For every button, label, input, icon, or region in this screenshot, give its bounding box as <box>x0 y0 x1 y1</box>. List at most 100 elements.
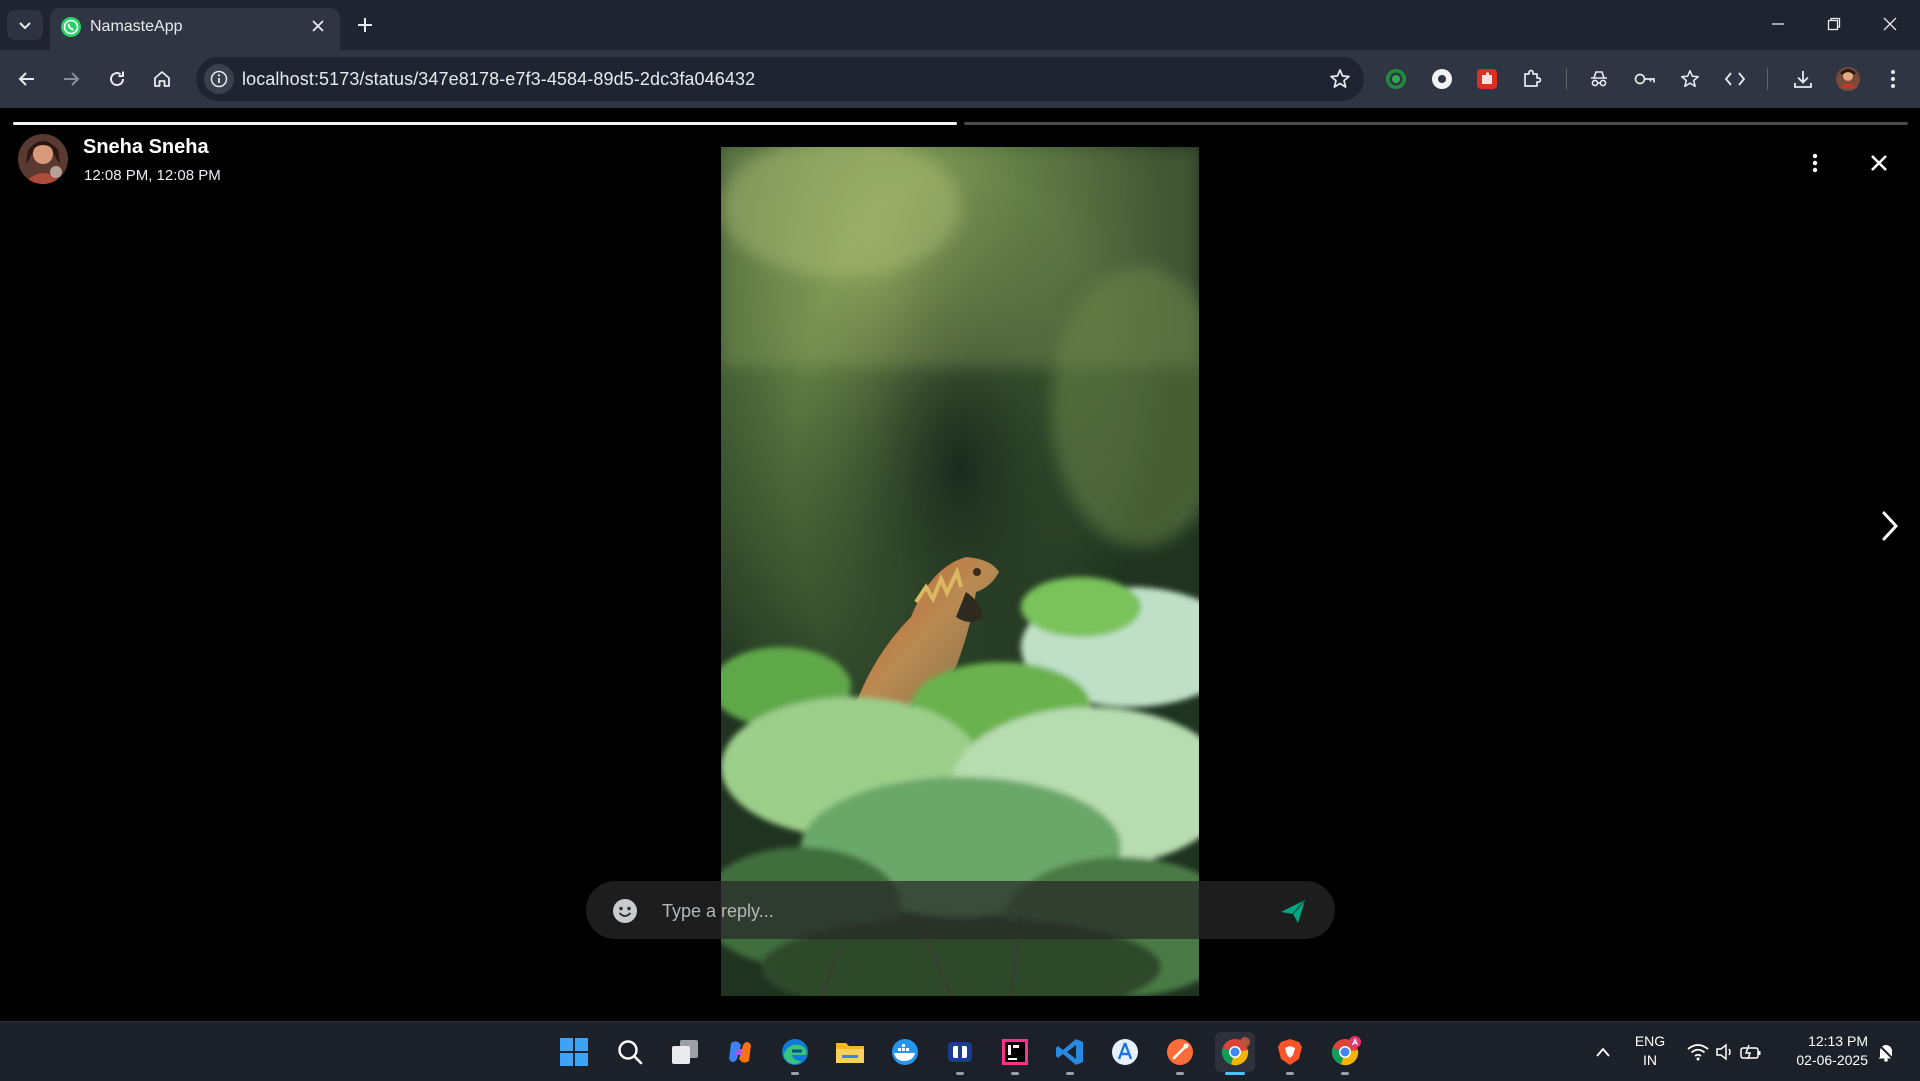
reply-bar <box>586 881 1335 939</box>
edge-button[interactable] <box>775 1032 815 1075</box>
white-circle-extension-button[interactable] <box>1427 64 1457 94</box>
forward-button[interactable] <box>55 63 87 95</box>
edge-icon <box>782 1039 808 1065</box>
arrow-left-icon <box>18 72 34 86</box>
toolbar-separator <box>1566 68 1567 90</box>
show-hidden-icons-button[interactable] <box>1588 1022 1618 1081</box>
volume-icon <box>1716 1042 1731 1061</box>
teams-button[interactable] <box>940 1032 980 1075</box>
running-indicator <box>1176 1072 1184 1075</box>
status-timestamp: 12:08 PM, 12:08 PM <box>84 167 221 184</box>
running-indicator <box>956 1072 964 1075</box>
avatar[interactable] <box>18 134 68 184</box>
reply-input[interactable] <box>660 891 1224 931</box>
intellij-button[interactable] <box>995 1032 1035 1075</box>
file-explorer-button[interactable] <box>830 1032 870 1072</box>
chevron-up-icon <box>1596 1047 1610 1057</box>
status-progress-segment-viewed <box>13 122 957 125</box>
arrow-right-icon <box>64 72 80 86</box>
reload-button[interactable] <box>101 63 133 95</box>
close-icon <box>1883 17 1897 31</box>
region-code: IN <box>1643 1052 1657 1068</box>
chevron-right-icon <box>1882 511 1899 541</box>
running-indicator <box>1286 1072 1294 1075</box>
copilot-icon <box>729 1041 751 1063</box>
app-store-button[interactable] <box>1105 1032 1145 1072</box>
profile-avatar <box>1836 67 1860 91</box>
battery-charging-icon <box>1740 1044 1761 1059</box>
wifi-icon <box>1687 1043 1709 1060</box>
reload-icon <box>110 71 125 87</box>
password-key-icon <box>1634 73 1655 85</box>
taskbar-clock[interactable]: 12:13 PM 02-06-2025 <box>1776 1032 1868 1070</box>
tab-close-button[interactable] <box>306 14 330 38</box>
chrome-button[interactable] <box>1215 1032 1255 1075</box>
info-icon <box>210 70 228 88</box>
send-icon[interactable] <box>1278 896 1308 926</box>
teams-icon <box>948 1042 972 1062</box>
battery-status[interactable] <box>1738 1022 1764 1081</box>
running-indicator <box>1341 1072 1349 1075</box>
clock-time: 12:13 PM <box>1808 1033 1868 1049</box>
address-bar[interactable]: localhost:5173/status/347e8178-e7f3-4584… <box>196 57 1364 101</box>
home-button[interactable] <box>146 63 178 95</box>
docker-icon <box>892 1039 918 1065</box>
status-viewer: Sneha Sneha 12:08 PM, 12:08 PM <box>0 108 1920 1021</box>
brave-button[interactable] <box>1270 1032 1310 1075</box>
docker-button[interactable] <box>885 1032 925 1072</box>
running-indicator <box>1011 1072 1019 1075</box>
copilot-button[interactable] <box>720 1032 760 1072</box>
status-more-options-button[interactable] <box>1800 148 1830 178</box>
task-view-button[interactable] <box>665 1032 705 1072</box>
site-info-button[interactable] <box>204 64 234 94</box>
url-text[interactable]: localhost:5173/status/347e8178-e7f3-4584… <box>242 69 755 90</box>
notifications-button[interactable] <box>1874 1022 1898 1081</box>
input-language-indicator[interactable]: ENG IN <box>1628 1032 1672 1070</box>
tab-search-button[interactable] <box>7 10 43 40</box>
user-avatar-image <box>18 134 68 184</box>
taskbar-search-button[interactable] <box>610 1032 650 1072</box>
windows-taskbar: ENG IN 12:13 PM 02-06-2025 <box>0 1021 1920 1081</box>
ring-extension-button[interactable] <box>1381 64 1411 94</box>
tab-strip: NamasteApp <box>0 0 1920 50</box>
vscode-button[interactable] <box>1050 1032 1090 1075</box>
password-manager-button[interactable] <box>1630 64 1660 94</box>
task-view-icon <box>672 1040 698 1064</box>
favorites-button[interactable] <box>1675 64 1705 94</box>
chrome-profile-button[interactable] <box>1325 1032 1365 1075</box>
code-icon <box>1724 72 1746 86</box>
close-icon <box>1871 155 1887 171</box>
profile-button[interactable] <box>1833 64 1863 94</box>
red-puzzle-extension-icon <box>1477 69 1497 89</box>
back-button[interactable] <box>11 63 43 95</box>
lizard-photo <box>721 147 1199 996</box>
new-tab-button[interactable] <box>350 10 380 40</box>
incognito-button[interactable] <box>1584 64 1614 94</box>
red-puzzle-extension-button[interactable] <box>1472 64 1502 94</box>
window-close-button[interactable] <box>1862 0 1918 48</box>
home-icon <box>154 71 170 87</box>
browser-toolbar: localhost:5173/status/347e8178-e7f3-4584… <box>0 50 1920 108</box>
chrome-menu-button[interactable] <box>1878 64 1908 94</box>
emoji-icon[interactable] <box>612 898 638 924</box>
downloads-button[interactable] <box>1788 64 1818 94</box>
start-button[interactable] <box>554 1032 594 1072</box>
next-status-button[interactable] <box>1872 498 1908 554</box>
star-icon[interactable] <box>1328 67 1352 91</box>
volume-status[interactable] <box>1712 1022 1738 1081</box>
tab-namasteapp[interactable]: NamasteApp <box>50 8 340 50</box>
menu-kebab-icon <box>1891 70 1895 88</box>
file-explorer-icon <box>836 1043 864 1063</box>
extensions-button[interactable] <box>1517 64 1547 94</box>
devtools-button[interactable] <box>1720 64 1750 94</box>
restore-button[interactable] <box>1806 0 1862 48</box>
restore-icon <box>1827 17 1841 31</box>
download-icon <box>1794 71 1812 88</box>
status-close-button[interactable] <box>1864 148 1894 178</box>
wifi-status[interactable] <box>1684 1022 1712 1081</box>
postman-button[interactable] <box>1160 1032 1200 1075</box>
minimize-button[interactable] <box>1750 0 1806 48</box>
minimize-icon <box>1772 23 1784 25</box>
running-indicator <box>791 1072 799 1075</box>
favorites-star-icon <box>1680 69 1700 88</box>
